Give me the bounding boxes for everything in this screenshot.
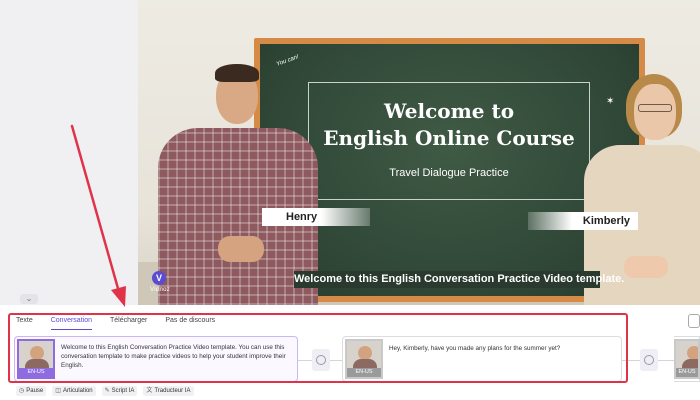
clock-icon (644, 355, 654, 365)
traducteur-ia-label: Traducteur IA (154, 388, 191, 394)
board-title-line1: Welcome to (383, 99, 515, 123)
name-tag-henry: Henry (262, 208, 370, 226)
sparkle-icon: ✶ (606, 96, 615, 107)
dialogue-card[interactable]: EN-US (674, 336, 700, 382)
app-root: ⌄ You can! ✶ Welcome to English Online C… (0, 0, 700, 400)
connector-line (658, 360, 674, 361)
name-tag-kimberly: Kimberly (528, 212, 638, 230)
clock-icon: ◷ (19, 388, 25, 394)
subtitle-caption: Welcome to this English Conversation Pra… (294, 271, 624, 288)
board-subtitle: Travel Dialogue Practice (389, 167, 509, 179)
traducteur-ia-button[interactable]: 文 Traducteur IA (143, 386, 194, 396)
pause-timer-button[interactable] (640, 349, 658, 371)
logo-badge: V (152, 271, 166, 285)
board-title: Welcome to English Online Course (298, 98, 600, 152)
collapse-toggle-button[interactable]: ⌄ (20, 294, 38, 304)
translate-icon: 文 (146, 388, 153, 394)
left-panel (0, 0, 138, 305)
avatar-henry-hands (218, 236, 264, 262)
avatar-kimberly-hands (624, 256, 668, 278)
script-icon: ✎ (104, 388, 110, 394)
logo-text: Vidnoz (150, 287, 171, 293)
script-ia-button[interactable]: ✎ Script IA (101, 386, 138, 396)
highlight-box (8, 313, 628, 383)
articulation-button[interactable]: ◫ Articulation (52, 386, 96, 396)
video-preview-stage: You can! ✶ Welcome to English Online Cou… (138, 0, 700, 305)
speaker-avatar-thumbnail[interactable]: EN-US (674, 339, 700, 379)
avatar-kimberly-head (634, 84, 676, 140)
panel-options-button[interactable] (688, 314, 700, 328)
avatar-thumb-head (687, 346, 698, 360)
pause-button[interactable]: ◷ Pause (16, 386, 47, 396)
articulation-icon: ◫ (55, 388, 61, 394)
glasses-icon (638, 104, 672, 112)
script-ia-label: Script IA (111, 388, 135, 394)
articulation-label: Articulation (62, 388, 93, 394)
avatar-henry-hair (215, 64, 259, 82)
vidnoz-logo: V Vidnoz (146, 271, 186, 299)
card-toolbar: ◷ Pause ◫ Articulation ✎ Script IA 文 Tra… (16, 386, 194, 396)
language-badge: EN-US (676, 368, 698, 377)
pause-label: Pause (26, 388, 44, 394)
board-title-line2: English Online Course (323, 126, 575, 150)
